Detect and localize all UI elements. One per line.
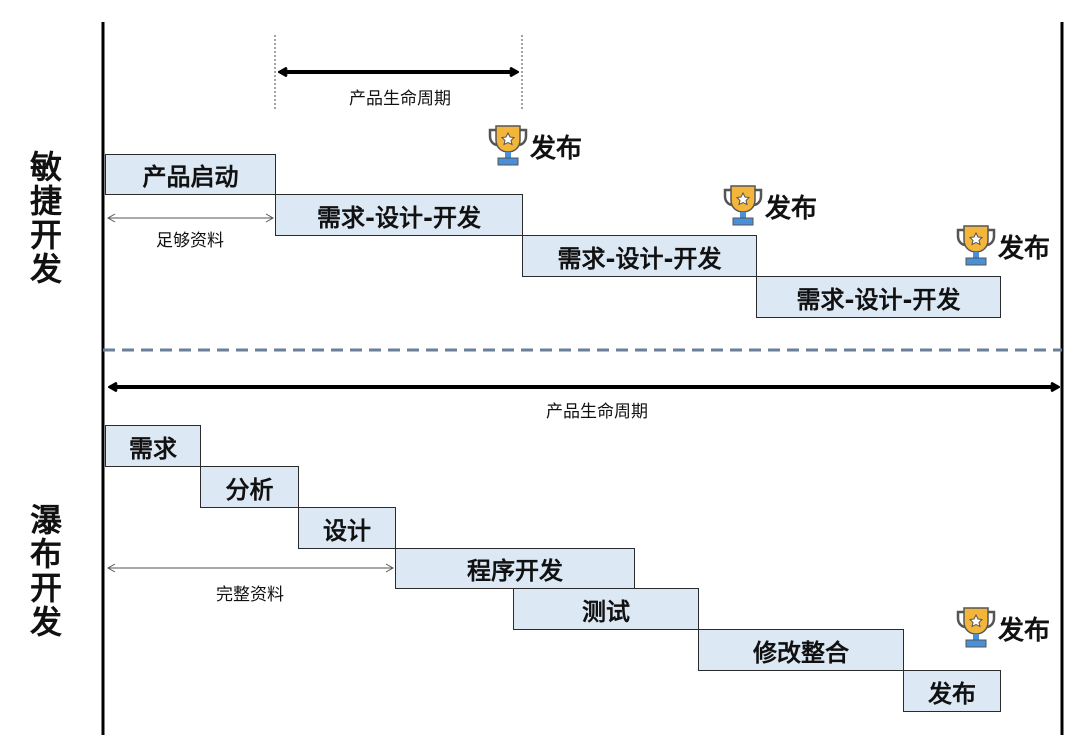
waterfall-stage-development: 程序开发 xyxy=(395,548,635,589)
diagram-lines xyxy=(101,22,1064,735)
agile-info-label: 足够资料 xyxy=(156,231,224,251)
trophy-icon xyxy=(956,225,996,266)
agile-iteration-1: 需求-设计-开发 xyxy=(275,194,523,236)
agile-title: 敏捷开发 xyxy=(29,148,62,288)
waterfall-stage-requirements: 需求 xyxy=(105,425,201,467)
agile-release-1: 发布 xyxy=(488,124,582,168)
waterfall-release: 发布 xyxy=(956,606,1050,650)
waterfall-stage-integration: 修改整合 xyxy=(698,629,904,671)
waterfall-stage-analysis: 分析 xyxy=(200,466,299,508)
release-label: 发布 xyxy=(998,233,1051,264)
trophy-icon xyxy=(723,185,763,226)
waterfall-stage-design: 设计 xyxy=(298,507,396,549)
release-label: 发布 xyxy=(765,193,818,224)
waterfall-lifecycle-label: 产品生命周期 xyxy=(546,402,648,422)
waterfall-title: 瀑布开发 xyxy=(29,501,62,641)
trophy-icon xyxy=(488,125,528,166)
agile-iteration-2: 需求-设计-开发 xyxy=(522,235,757,277)
agile-start-box: 产品启动 xyxy=(105,154,276,195)
release-label: 发布 xyxy=(530,133,583,164)
agile-iteration-3: 需求-设计-开发 xyxy=(756,276,1001,318)
agile-lifecycle-label: 产品生命周期 xyxy=(349,89,451,109)
agile-vs-waterfall-diagram: 敏捷开发 瀑布开发 产品生命周期 足够资料 产品生命周期 完整资料 产品启动 需… xyxy=(0,0,1078,750)
waterfall-stage-release: 发布 xyxy=(903,670,1001,712)
waterfall-stage-testing: 测试 xyxy=(513,588,699,630)
agile-release-3: 发布 xyxy=(956,224,1050,268)
trophy-icon xyxy=(956,607,996,648)
waterfall-info-label: 完整资料 xyxy=(216,585,284,605)
agile-release-2: 发布 xyxy=(723,184,817,228)
release-label: 发布 xyxy=(998,615,1051,646)
